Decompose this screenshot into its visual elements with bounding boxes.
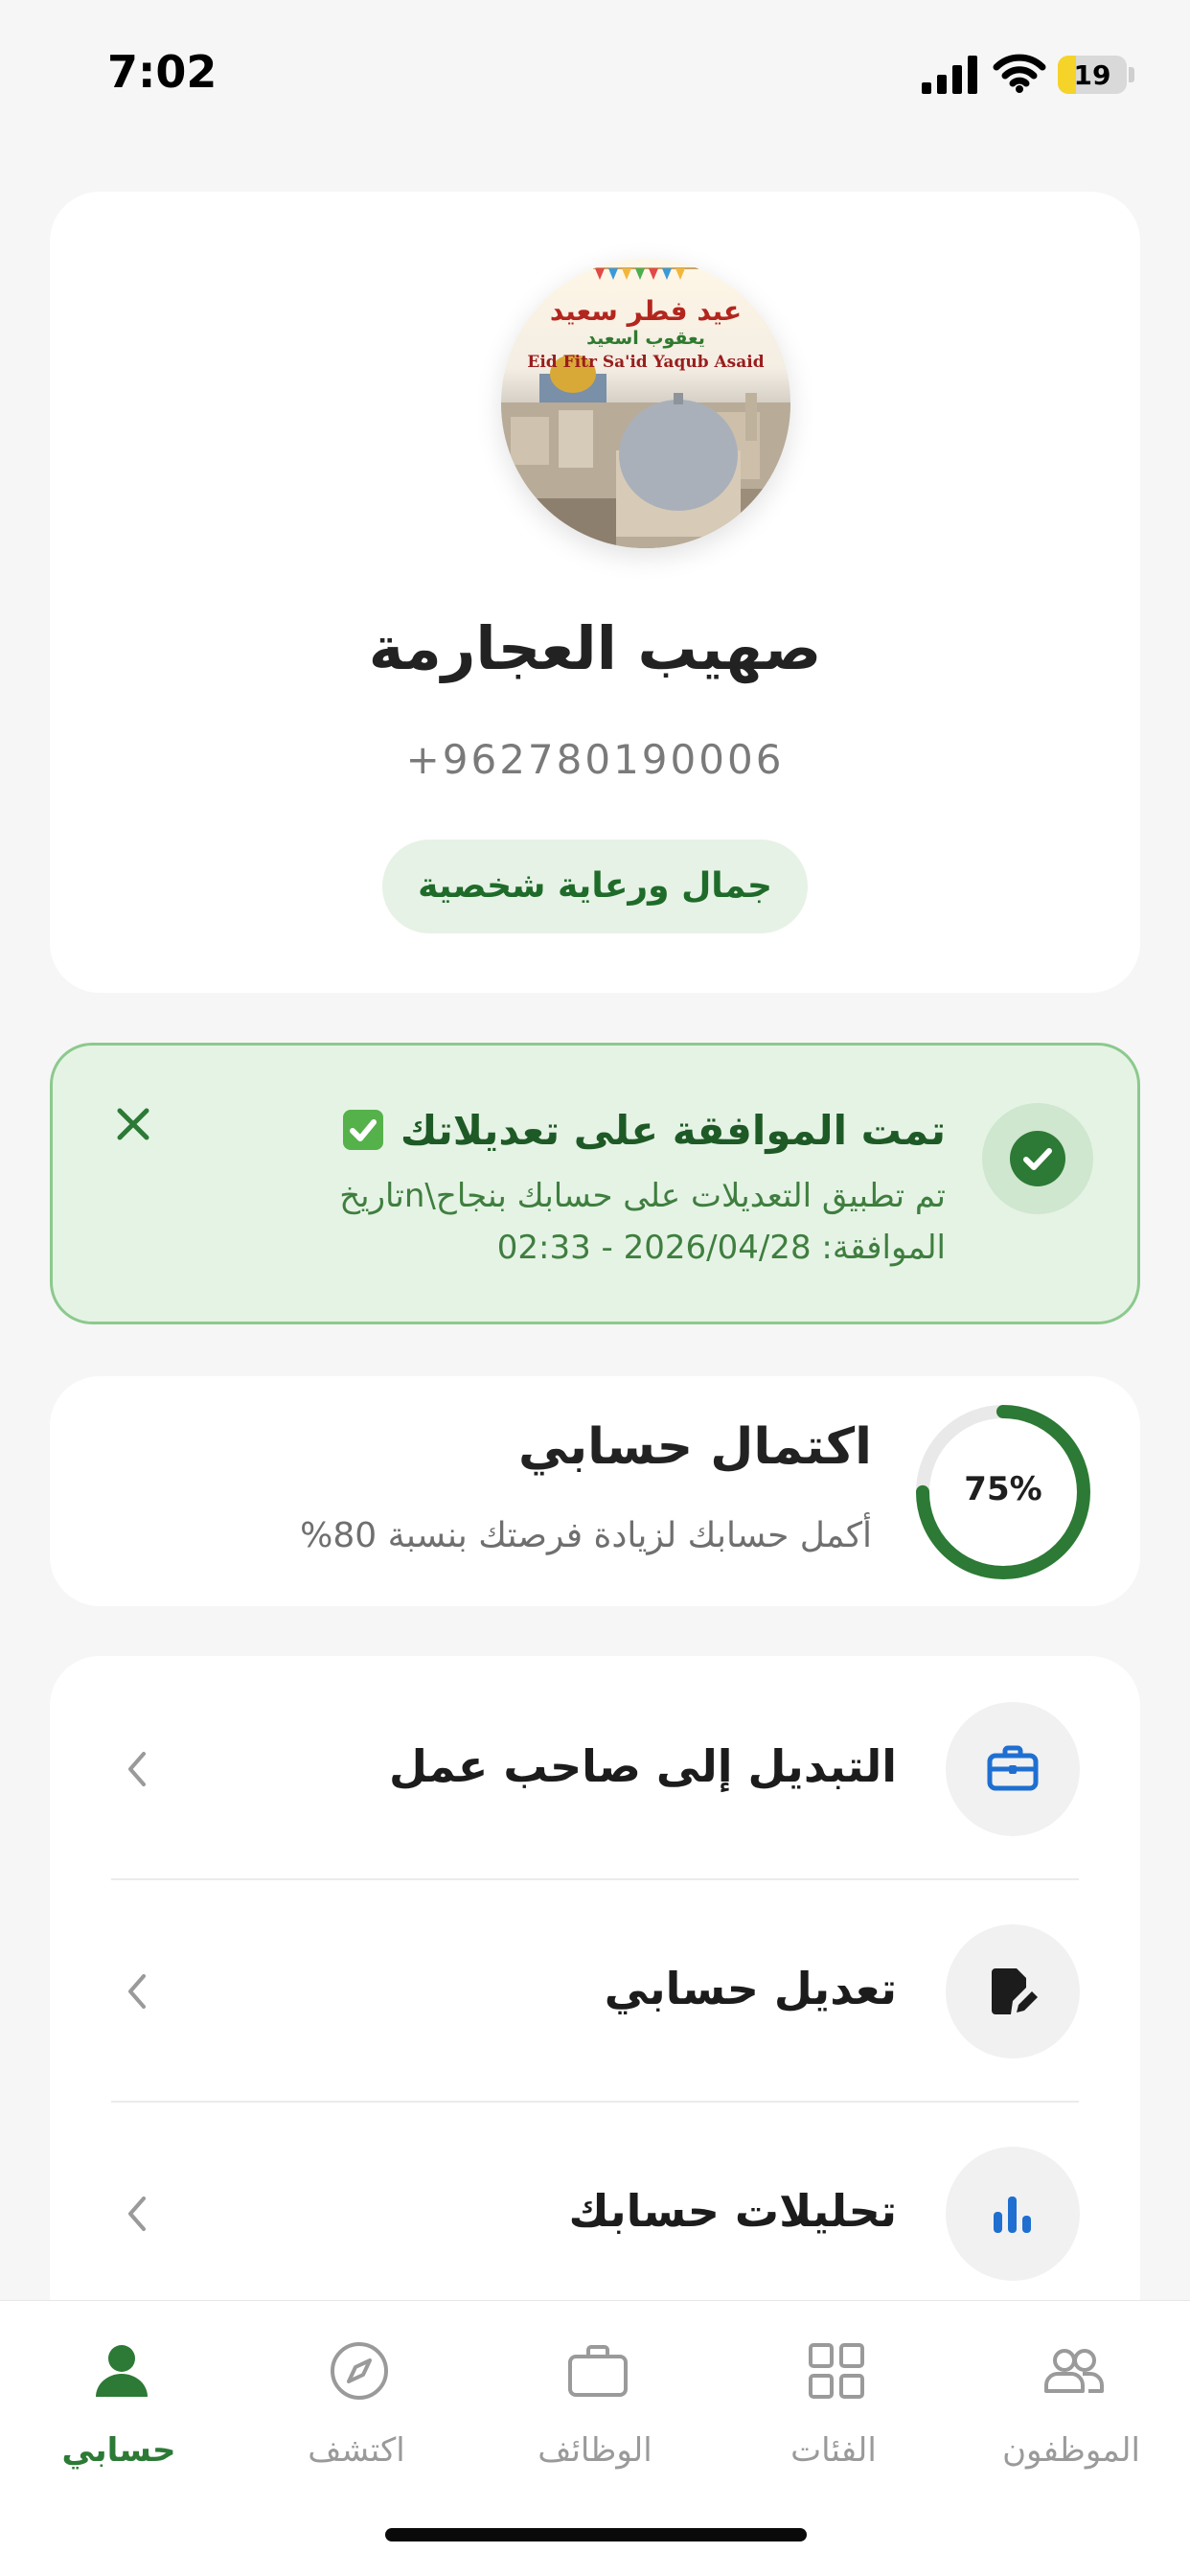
tab-label: اكتشف xyxy=(308,2431,405,2470)
avatar-greeting-latin: Eid Fitr Sa'id Yaqub Asaid xyxy=(527,353,765,372)
menu-item-account-analytics[interactable]: تحليلات حسابك xyxy=(50,2101,1140,2323)
completion-subtitle: أكمل حسابك لزيادة فرصتك بنسبة 80% xyxy=(300,1516,872,1555)
category-badge: جمال ورعاية شخصية xyxy=(382,840,808,933)
status-bar: 7:02 19 xyxy=(0,0,1190,144)
completion-title: اكتمال حسابي xyxy=(518,1418,872,1476)
menu-item-label: تعديل حسابي xyxy=(604,1963,897,2014)
avatar-greeting-arabic: عيد فطر سعيد xyxy=(549,295,743,327)
tab-label: الموظفون xyxy=(1002,2431,1140,2470)
tab-explore[interactable]: اكتشف xyxy=(251,2330,462,2473)
tab-my-account[interactable]: حسابي xyxy=(13,2330,224,2473)
tab-categories[interactable]: الفئات xyxy=(728,2330,939,2473)
person-icon xyxy=(96,2345,148,2397)
battery-level: 19 xyxy=(1073,59,1111,91)
notification-status-icon xyxy=(982,1103,1093,1214)
check-mark-emoji-icon xyxy=(342,1110,383,1150)
people-icon xyxy=(1044,2349,1104,2393)
account-menu: التبديل إلى صاحب عمل تعديل حسابي تحليلات… xyxy=(50,1656,1140,2384)
menu-item-switch-to-employer[interactable]: التبديل إلى صاحب عمل xyxy=(50,1656,1140,1878)
completion-percent: 75% xyxy=(964,1470,1042,1508)
notification-body: تم تطبيق التعديلات على حسابك بنجاح\nتاري… xyxy=(339,1177,946,1267)
check-icon xyxy=(1023,1148,1052,1170)
battery-tip xyxy=(1129,67,1134,82)
bar-chart-icon xyxy=(946,2147,1080,2281)
tab-employees[interactable]: الموظفون xyxy=(966,2330,1177,2473)
menu-item-label: التبديل إلى صاحب عمل xyxy=(388,1740,897,1792)
compass-icon xyxy=(331,2342,388,2400)
grid-icon xyxy=(809,2343,864,2399)
briefcase-icon xyxy=(568,2345,628,2397)
profile-phone: +962780190006 xyxy=(405,736,785,783)
home-indicator[interactable] xyxy=(385,2528,807,2542)
tab-label: الوظائف xyxy=(538,2431,652,2470)
tab-label: الفئات xyxy=(790,2431,877,2470)
approval-notification: تمت الموافقة على تعديلاتك تم تطبيق التعد… xyxy=(50,1043,1140,1324)
chevron-left-icon xyxy=(128,1974,146,2009)
status-time: 7:02 xyxy=(107,46,217,98)
avatar-name-arabic: يعقوب اسعيد xyxy=(586,328,705,349)
battery-icon: 19 xyxy=(1058,56,1127,94)
tab-label: حسابي xyxy=(61,2431,176,2470)
notification-title-row: تمت الموافقة على تعديلاتك xyxy=(342,1107,946,1154)
menu-item-edit-account[interactable]: تعديل حسابي xyxy=(50,1878,1140,2101)
close-icon[interactable] xyxy=(112,1103,154,1145)
wifi-icon xyxy=(993,54,1046,93)
profile-name: صهيب العجارمة xyxy=(368,613,822,683)
signal-icon xyxy=(922,56,977,94)
edit-document-icon xyxy=(946,1924,1080,2058)
notification-title: تمت الموافقة على تعديلاتك xyxy=(400,1107,946,1154)
profile-card: عيد فطر سعيد يعقوب اسعيد Eid Fitr Sa'id … xyxy=(50,192,1140,993)
account-completion-card[interactable]: 75% اكتمال حسابي أكمل حسابك لزيادة فرصتك… xyxy=(50,1376,1140,1606)
menu-item-label: تحليلات حسابك xyxy=(568,2185,897,2237)
briefcase-icon xyxy=(946,1702,1080,1836)
chevron-left-icon xyxy=(128,1752,146,1786)
avatar[interactable]: عيد فطر سعيد يعقوب اسعيد Eid Fitr Sa'id … xyxy=(501,259,790,548)
chevron-left-icon xyxy=(128,2196,146,2231)
tab-jobs[interactable]: الوظائف xyxy=(490,2330,700,2473)
